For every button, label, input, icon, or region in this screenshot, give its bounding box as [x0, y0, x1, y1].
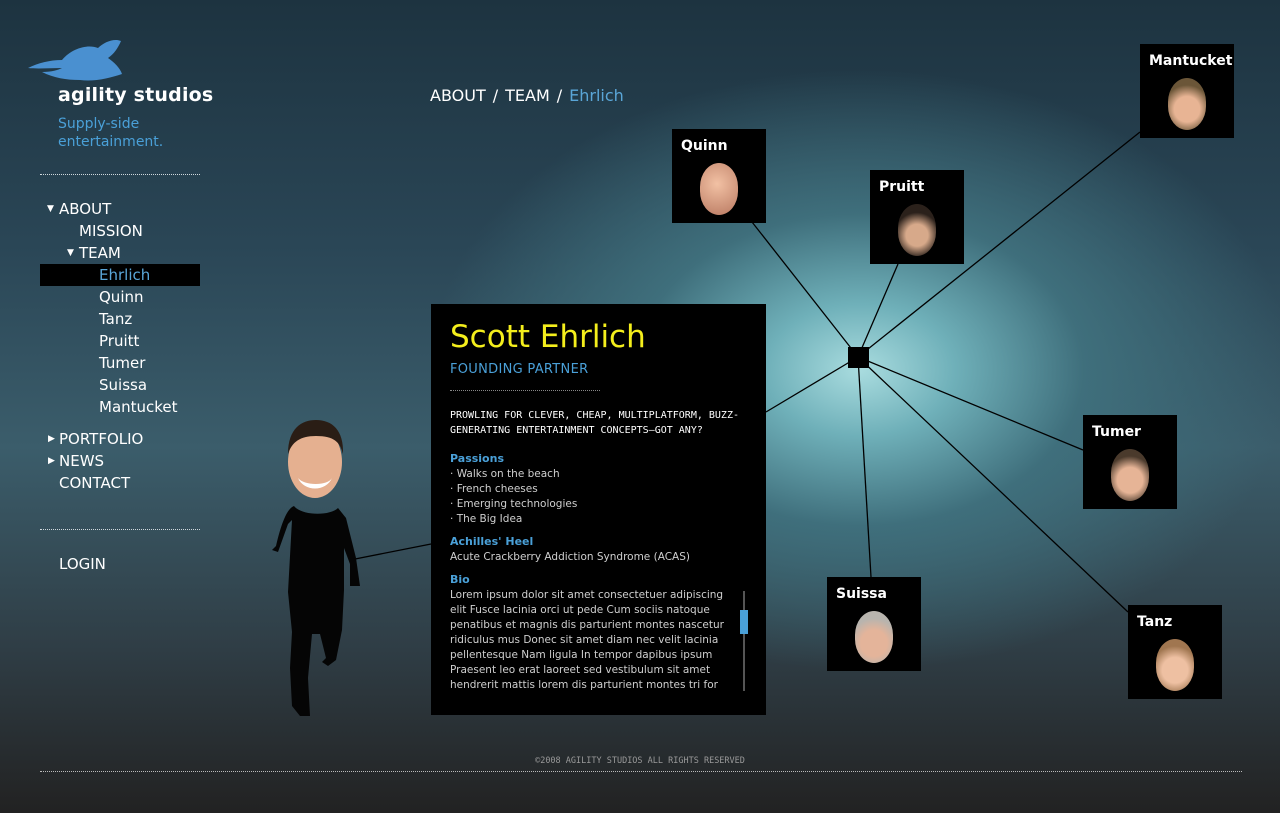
- copyright: ©2008 AGILITY STUDIOS ALL RIGHTS RESERVE…: [535, 756, 745, 766]
- profile-card: Scott Ehrlich FOUNDING PARTNER PROWLING …: [431, 304, 766, 715]
- profile-mission: PROWLING FOR CLEVER, CHEAP, MULTIPLATFOR…: [450, 410, 739, 436]
- passion-item: · Walks on the beach: [450, 468, 560, 480]
- team-node-name: Pruitt: [879, 179, 925, 195]
- footer-divider: [40, 771, 1242, 772]
- achilles-text: Acute Crackberry Addiction Syndrome (ACA…: [450, 551, 690, 563]
- profile-title: FOUNDING PARTNER: [450, 362, 589, 377]
- face-photo: [855, 611, 893, 663]
- passion-item: · The Big Idea: [450, 513, 523, 525]
- profile-name: Scott Ehrlich: [450, 319, 646, 355]
- passion-item: · Emerging technologies: [450, 498, 578, 510]
- team-node-name: Quinn: [681, 138, 728, 154]
- team-node-tanz[interactable]: Tanz: [1128, 605, 1222, 699]
- team-node-pruitt[interactable]: Pruitt: [870, 170, 964, 264]
- passions-list: · Walks on the beach · French cheeses · …: [450, 467, 577, 527]
- divider: [450, 390, 600, 391]
- face-photo: [898, 204, 936, 256]
- bio-scrollbar[interactable]: [743, 591, 745, 691]
- team-node-name: Tanz: [1137, 614, 1173, 630]
- team-node-suissa[interactable]: Suissa: [827, 577, 921, 671]
- bio-heading: Bio: [450, 573, 470, 586]
- team-node-tumer[interactable]: Tumer: [1083, 415, 1177, 509]
- team-node-name: Suissa: [836, 586, 887, 602]
- passion-item: · French cheeses: [450, 483, 538, 495]
- team-node-name: Tumer: [1092, 424, 1141, 440]
- ehrlich-runner-illustration: [272, 420, 360, 716]
- team-node-quinn[interactable]: Quinn: [672, 129, 766, 223]
- achilles-heading: Achilles' Heel: [450, 535, 534, 548]
- bio-text: Lorem ipsum dolor sit amet consectetuer …: [450, 589, 724, 691]
- team-node-mantucket[interactable]: Mantucket: [1140, 44, 1234, 138]
- team-node-name: Mantucket: [1149, 53, 1233, 69]
- passions-heading: Passions: [450, 452, 504, 465]
- face-photo: [1111, 449, 1149, 501]
- face-photo: [700, 163, 738, 215]
- bio-scroll-thumb[interactable]: [740, 610, 748, 634]
- face-photo: [1168, 78, 1206, 130]
- hub-square-icon: [848, 347, 869, 368]
- face-photo: [1156, 639, 1194, 691]
